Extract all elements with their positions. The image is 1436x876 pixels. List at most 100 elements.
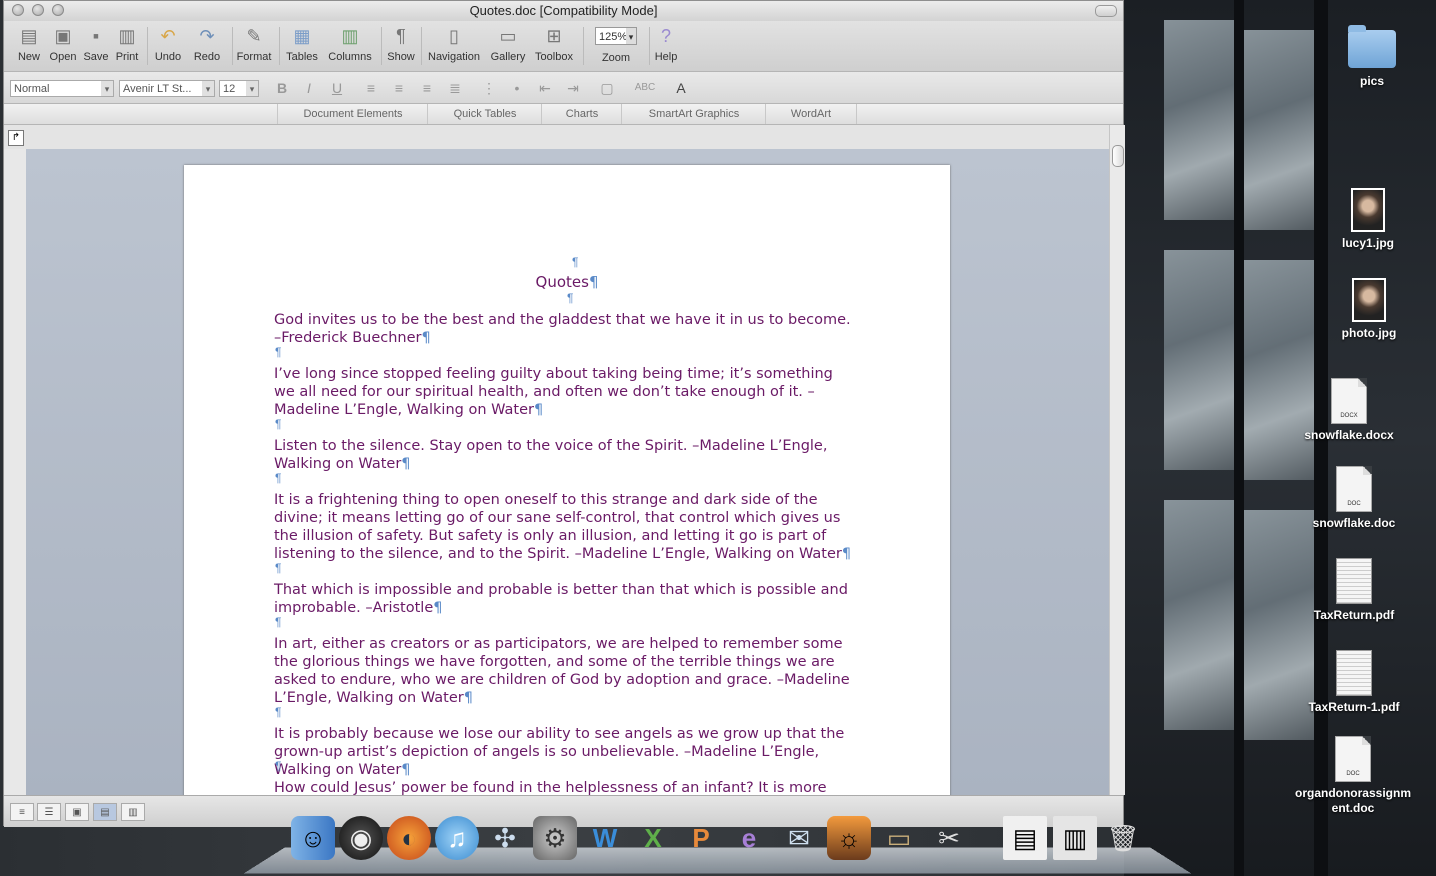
desktop-icon-snowflake-doc[interactable]: DOC snowflake.doc — [1294, 466, 1414, 531]
paragraph-mark: ¶ — [572, 255, 579, 269]
publishing-layout-icon[interactable]: ▣ — [65, 803, 89, 821]
print-layout-icon[interactable]: ▤ — [93, 803, 117, 821]
help-icon: ? — [660, 26, 671, 46]
zoom-select[interactable]: 125% — [595, 27, 637, 45]
document-page[interactable]: ¶ Quotes¶ ¶ God invites us to be the bes… — [184, 165, 950, 795]
title-bar[interactable]: Quotes.doc [Compatibility Mode] — [4, 1, 1123, 21]
minimize-button[interactable] — [32, 4, 44, 16]
underline-button[interactable]: U — [326, 79, 348, 97]
print-button[interactable]: ▥ Print — [112, 25, 142, 63]
excel-icon[interactable]: X — [631, 816, 675, 860]
navigation-pane-icon: ▯ — [449, 26, 459, 46]
quote-paragraph: How could Jesus’ power be found in the h… — [274, 780, 827, 795]
zoom-button[interactable] — [52, 4, 64, 16]
image-thumbnail-icon — [1351, 188, 1385, 232]
show-button[interactable]: ¶ Show — [384, 25, 418, 63]
bold-button[interactable]: B — [271, 79, 293, 97]
tab-document-elements[interactable]: Document Elements — [277, 104, 428, 124]
numbered-list-icon[interactable]: ⋮ — [478, 79, 500, 97]
outline-view-icon[interactable]: ☰ — [37, 803, 61, 821]
toolbox-button[interactable]: ⊞ Toolbox — [530, 25, 578, 63]
draft-view-icon[interactable]: ≡ — [10, 803, 34, 821]
columns-button[interactable]: ▥ Columns — [326, 25, 374, 63]
quote-paragraph: It is a frightening thing to open onesel… — [274, 492, 852, 562]
firefox-icon[interactable]: ◐ — [387, 816, 431, 860]
desktop-icon-organdonor[interactable]: DOC organdonorassignment.doc — [1289, 736, 1417, 816]
itunes-icon[interactable]: ♫ — [435, 816, 479, 860]
powerpoint-icon[interactable]: P — [679, 816, 723, 860]
gallery-button[interactable]: ▭ Gallery — [486, 25, 530, 63]
tab-wordart[interactable]: WordArt — [765, 104, 857, 124]
paragraph-mark: ¶ — [401, 456, 411, 472]
style-select[interactable]: Normal — [10, 80, 114, 97]
italic-button[interactable]: I — [298, 79, 320, 97]
bullet-list-icon[interactable]: • — [506, 79, 528, 97]
tab-charts[interactable]: Charts — [541, 104, 622, 124]
document-icon: DOC — [1335, 736, 1371, 782]
new-document-icon: ▤ — [20, 26, 38, 46]
format-button[interactable]: ✎ Format — [234, 25, 274, 63]
font-size-select[interactable]: 12 — [219, 80, 259, 97]
help-button[interactable]: ? Help — [650, 25, 682, 63]
toolbox-icon: ⊞ — [546, 26, 562, 46]
trash-icon[interactable]: 🗑 — [1101, 816, 1145, 860]
undo-button[interactable]: ↶ Undo — [150, 25, 186, 63]
highlight-icon[interactable]: ABC — [634, 79, 656, 97]
tab-quick-tables[interactable]: Quick Tables — [427, 104, 542, 124]
paragraph-mark: ¶ — [275, 615, 282, 629]
quote-paragraph: In art, either as creators or as partici… — [274, 636, 850, 706]
gallery-icon: ▭ — [499, 26, 517, 46]
word-icon[interactable]: W — [583, 816, 627, 860]
quote-paragraph: God invites us to be the best and the gl… — [274, 312, 851, 346]
desktop-icon-snowflake-docx[interactable]: DOCX snowflake.docx — [1289, 378, 1409, 443]
iphoto-icon[interactable]: ☼ — [827, 816, 871, 860]
utilities-icon[interactable]: ✂ — [927, 816, 971, 860]
desktop-icon-photo[interactable]: photo.jpg — [1309, 278, 1429, 341]
desktop-icon-lucy1[interactable]: lucy1.jpg — [1308, 188, 1428, 251]
open-folder-icon: ▣ — [54, 26, 72, 46]
desktop-icon-taxreturn[interactable]: TaxReturn.pdf — [1294, 558, 1414, 623]
vertical-scrollbar[interactable] — [1109, 125, 1125, 795]
keynote-icon[interactable]: ▭ — [877, 816, 921, 860]
desktop-icon-pics[interactable]: pics — [1312, 25, 1432, 89]
justify-icon[interactable]: ≣ — [444, 79, 466, 97]
pilcrow-icon: ¶ — [396, 26, 406, 46]
borders-icon[interactable]: ▢ — [596, 79, 618, 97]
tables-button[interactable]: ▦ Tables — [284, 25, 320, 63]
finder-icon[interactable]: ☺ — [291, 816, 335, 860]
document-stack-icon[interactable]: ▥ — [1053, 816, 1097, 860]
scroll-thumb[interactable] — [1112, 145, 1124, 167]
network-icon[interactable]: ✣ — [483, 816, 527, 860]
navigation-button[interactable]: ▯ Navigation — [424, 25, 484, 63]
system-preferences-icon[interactable]: ⚙ — [533, 816, 577, 860]
entourage-icon[interactable]: e — [727, 816, 771, 860]
ruler-bar: ↱ — [4, 125, 1123, 149]
ruler-tab-selector-icon[interactable]: ↱ — [8, 130, 24, 146]
open-button[interactable]: ▣ Open — [46, 25, 80, 63]
toolbar-toggle-button[interactable] — [1095, 5, 1117, 17]
save-button[interactable]: ▪ Save — [80, 25, 112, 63]
mail-icon[interactable]: ✉ — [777, 816, 821, 860]
increase-indent-icon[interactable]: ⇥ — [562, 79, 584, 97]
columns-icon: ▥ — [341, 26, 359, 46]
window-thumbnail-icon[interactable]: ▤ — [1003, 816, 1047, 860]
font-select[interactable]: Avenir LT St... — [119, 80, 215, 97]
close-button[interactable] — [12, 4, 24, 16]
paragraph-mark: ¶ — [421, 330, 431, 346]
tab-smartart-graphics[interactable]: SmartArt Graphics — [621, 104, 766, 124]
desktop-icon-taxreturn-1[interactable]: TaxReturn-1.pdf — [1294, 650, 1414, 715]
notebook-layout-icon[interactable]: ▥ — [121, 803, 145, 821]
paragraph-mark: ¶ — [275, 345, 282, 359]
align-center-icon[interactable]: ≡ — [388, 79, 410, 97]
document-area: ¶ Quotes¶ ¶ God invites us to be the bes… — [26, 149, 1109, 795]
new-button[interactable]: ▤ New — [10, 25, 48, 63]
printer-icon: ▥ — [118, 26, 136, 46]
redo-button[interactable]: ↷ Redo — [190, 25, 224, 63]
align-right-icon[interactable]: ≡ — [416, 79, 438, 97]
standard-toolbar: ▤ New ▣ Open ▪ Save ▥ Print ↶ Undo ↷ Redo ✎ For… — [4, 21, 1123, 72]
decrease-indent-icon[interactable]: ⇤ — [534, 79, 556, 97]
font-color-icon[interactable]: A — [670, 79, 692, 97]
zoom-control[interactable]: 125%Zoom — [588, 25, 644, 64]
dashboard-icon[interactable]: ◉ — [339, 816, 383, 860]
align-left-icon[interactable]: ≡ — [360, 79, 382, 97]
